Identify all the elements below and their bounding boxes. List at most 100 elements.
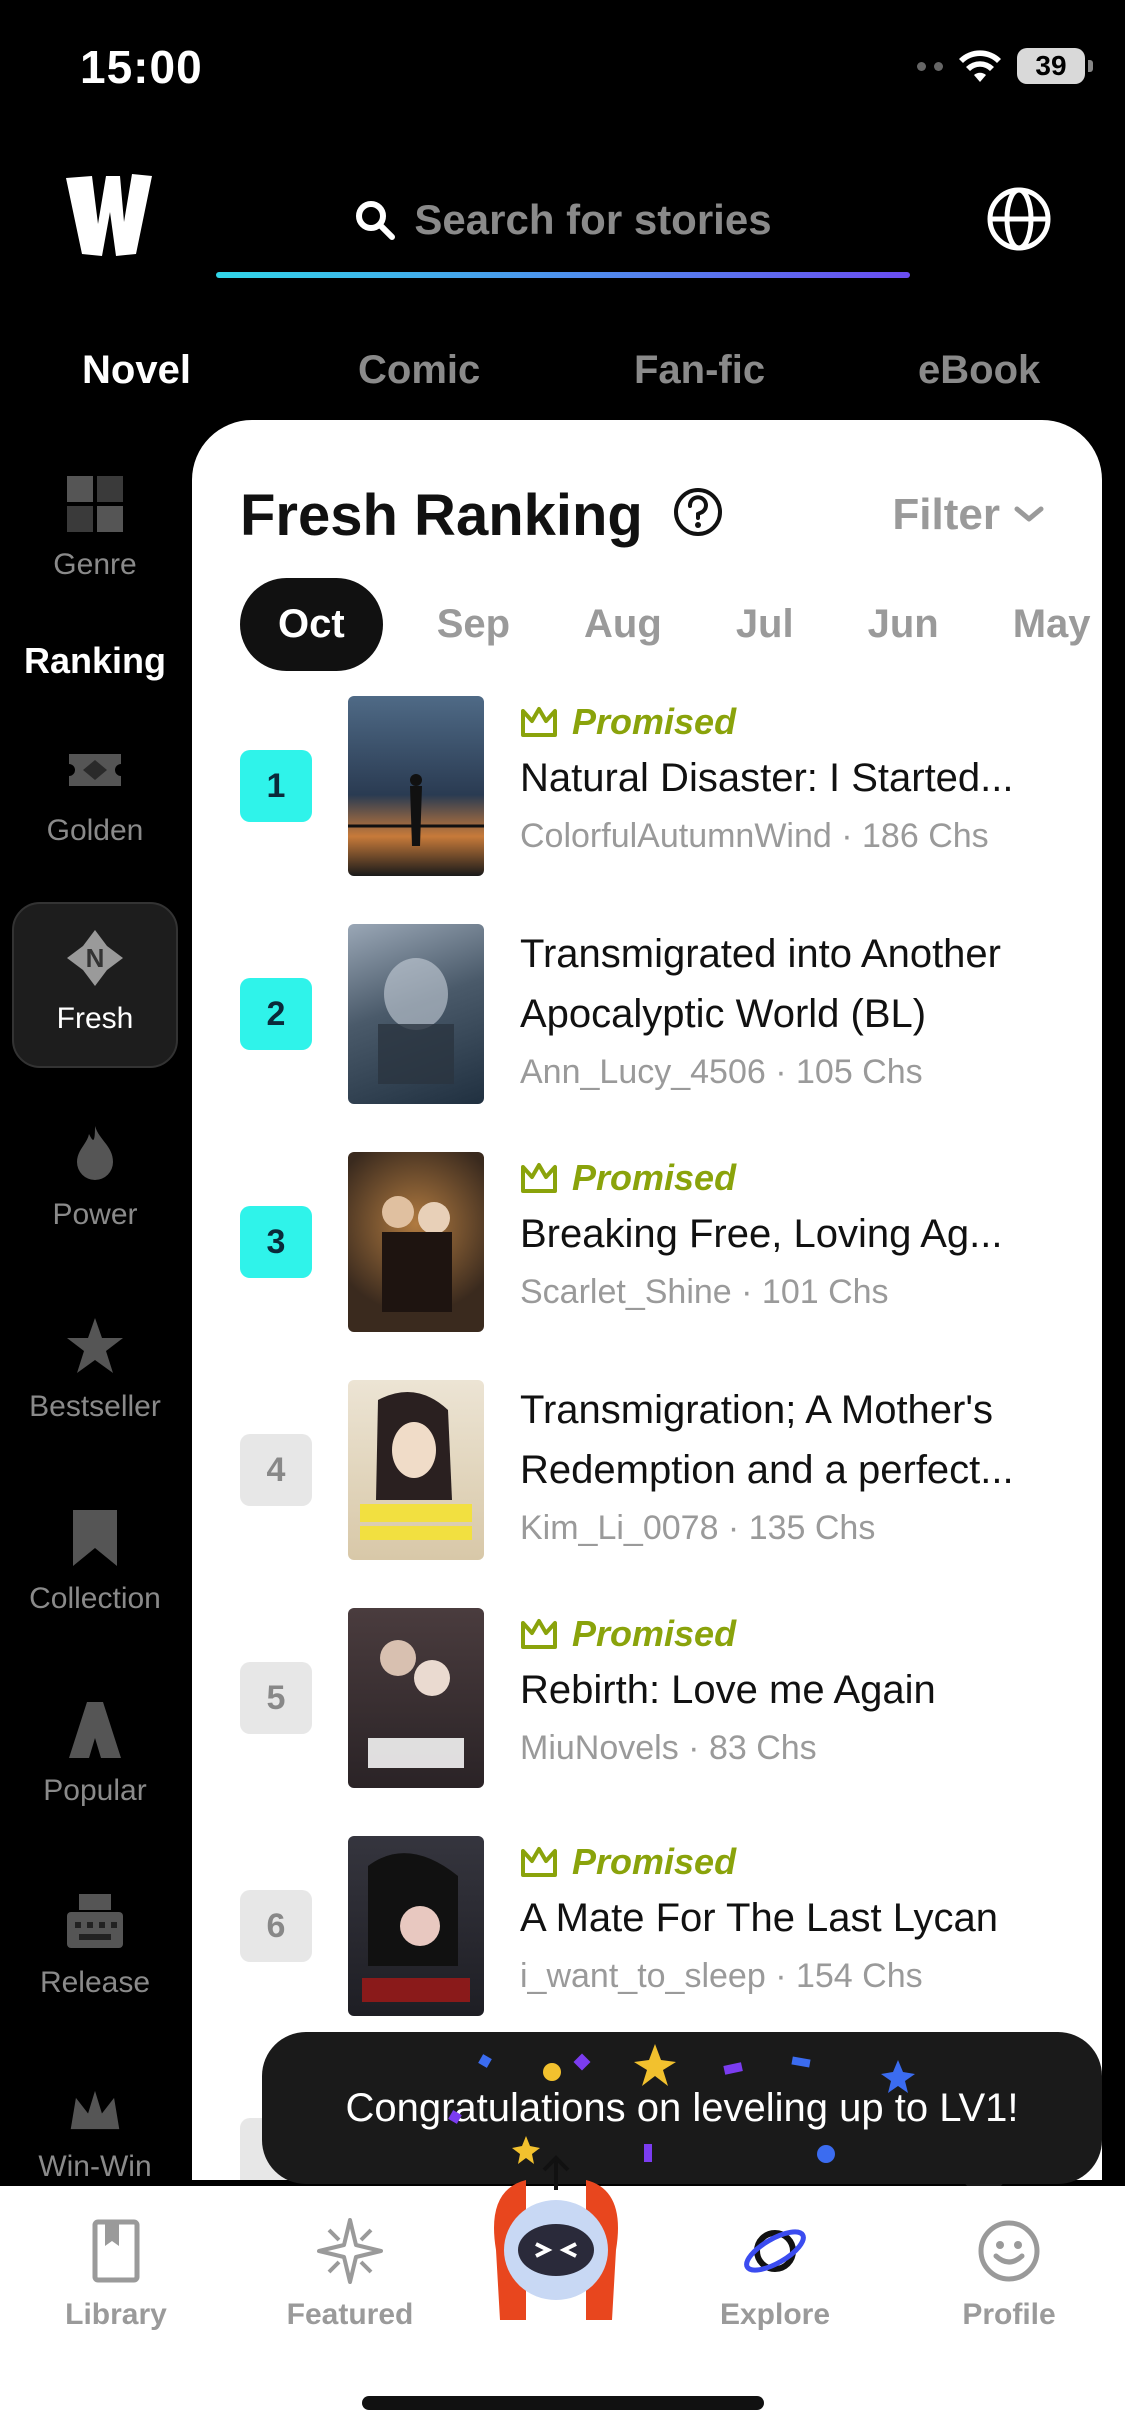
search-bar[interactable]: Search for stories <box>216 180 910 278</box>
filter-label: Filter <box>892 490 1000 539</box>
sidebar-label: Power <box>52 1198 138 1231</box>
genre-grid-icon <box>67 476 123 532</box>
sidebar-label: Release <box>39 1966 151 1999</box>
sidebar-item-bestseller[interactable]: Bestseller <box>12 1316 178 1424</box>
typewriter-icon <box>67 1894 123 1948</box>
page-title: Fresh Ranking <box>240 483 643 548</box>
book-author: ColorfulAutumnWind <box>520 817 832 855</box>
search-icon <box>356 201 396 240</box>
month-tab-oct[interactable]: Oct <box>240 577 383 671</box>
book-author: MiuNovels <box>520 1729 679 1767</box>
sidebar-label: Win-Win <box>38 2150 152 2183</box>
globe-language-icon[interactable] <box>984 184 1054 254</box>
book-row[interactable]: 6 Promised A Mate For The Last Lycan i_w… <box>192 1836 1102 2026</box>
book-chapters: 105 Chs <box>796 1053 923 1091</box>
rank-badge: 4 <box>240 1434 312 1506</box>
search-underline <box>216 272 910 278</box>
svg-text:N: N <box>86 943 105 973</box>
sidebar-item-release[interactable]: Release <box>12 1892 178 2000</box>
month-tabs: Oct Sep Aug Jul Jun May <box>240 576 1102 672</box>
sidebar-item-golden[interactable]: Golden <box>12 740 178 848</box>
sidebar-item-win-win[interactable]: Win-Win <box>12 2084 178 2184</box>
crown-outline-icon <box>521 1619 557 1649</box>
promised-tag: Promised <box>520 1608 1080 1660</box>
month-tab-jul[interactable]: Jul <box>736 602 794 647</box>
cellular-signal-icon <box>917 61 943 71</box>
planet-icon <box>744 2229 806 2273</box>
rank-badge: 3 <box>240 1206 312 1278</box>
book-cover <box>348 1836 484 2016</box>
book-chapters: 135 Chs <box>748 1509 876 1547</box>
book-cover <box>348 1152 484 1332</box>
tab-comic[interactable]: Comic <box>358 348 480 393</box>
book-cover <box>348 924 484 1104</box>
star-icon <box>67 1318 123 1373</box>
book-author: Ann_Lucy_4506 <box>520 1053 766 1091</box>
rank-badge: 6 <box>240 1890 312 1962</box>
nav-featured[interactable]: Featured <box>250 2216 450 2332</box>
promised-label: Promised <box>572 1157 737 1198</box>
ranking-card: Fresh Ranking Filter Oct Sep Aug Jul Jun… <box>192 420 1102 2180</box>
book-author: Kim_Li_0078 <box>520 1509 719 1547</box>
nav-label: Explore <box>719 2298 831 2331</box>
sidebar-item-genre[interactable]: Genre <box>12 474 178 582</box>
promised-label: Promised <box>572 701 737 742</box>
book-meta: MiuNovels · 83 Chs <box>520 1729 817 1767</box>
mascot-icon[interactable] <box>486 2150 626 2320</box>
sidebar-item-fresh[interactable]: N Fresh <box>12 902 178 1068</box>
book-title: Redemption and a perfect... <box>520 1448 1014 1492</box>
book-title: Breaking Free, Loving Ag... <box>520 1212 1003 1256</box>
tab-novel[interactable]: Novel <box>82 348 191 393</box>
popular-icon <box>69 1702 121 1758</box>
app-logo-icon[interactable] <box>62 172 154 258</box>
month-tab-jun[interactable]: Jun <box>868 602 939 647</box>
book-meta: i_want_to_sleep · 154 Chs <box>520 1957 923 1995</box>
book-title: A Mate For The Last Lycan <box>520 1896 999 1940</box>
book-row[interactable]: 1 Promised Natural Disaster: I Started..… <box>192 696 1102 886</box>
sidebar-label: Collection <box>29 1582 161 1615</box>
book-chapters: 154 Chs <box>795 1957 923 1995</box>
month-tab-aug[interactable]: Aug <box>584 602 662 647</box>
search-placeholder: Search for stories <box>414 196 772 243</box>
book-chapters: 83 Chs <box>708 1729 817 1767</box>
sidebar-item-power[interactable]: Power <box>12 1124 178 1232</box>
sidebar-item-collection[interactable]: Collection <box>12 1508 178 1616</box>
nav-profile[interactable]: Profile <box>909 2216 1109 2332</box>
sidebar-label: Golden <box>46 814 144 847</box>
nav-explore[interactable]: Explore <box>675 2216 875 2332</box>
book-title: Natural Disaster: I Started... <box>520 756 1014 800</box>
sidebar-section-ranking: Ranking <box>23 640 166 681</box>
book-row[interactable]: 4 Transmigration; A Mother's Redemption … <box>192 1380 1102 1570</box>
status-icons: 39 <box>917 48 1093 84</box>
tab-ebook[interactable]: eBook <box>918 348 1040 393</box>
nav-label: Library <box>65 2298 167 2331</box>
book-row[interactable]: 3 Promised Breaking Free, Loving Ag... S… <box>192 1152 1102 1342</box>
rank-badge: 2 <box>240 978 312 1050</box>
crown-icon <box>70 2090 120 2130</box>
rank-badge: 5 <box>240 1662 312 1734</box>
status-bar: 15:00 39 <box>0 0 1125 140</box>
fresh-badge-icon: N <box>67 930 123 986</box>
smiley-icon <box>978 2220 1040 2282</box>
book-meta: Ann_Lucy_4506 · 105 Chs <box>520 1053 923 1091</box>
tab-fan-fic[interactable]: Fan-fic <box>634 348 765 393</box>
book-row[interactable]: 5 Promised Rebirth: Love me Again MiuNov… <box>192 1608 1102 1798</box>
nav-library[interactable]: Library <box>16 2216 216 2332</box>
month-tab-may[interactable]: May <box>1013 602 1091 647</box>
book-row[interactable]: 2 Transmigrated into Another Apocalyptic… <box>192 924 1102 1114</box>
chevron-down-icon <box>1014 506 1044 522</box>
sidebar-item-popular[interactable]: Popular <box>12 1700 178 1808</box>
book-cover <box>348 1380 484 1560</box>
promised-label: Promised <box>572 1841 737 1882</box>
rank-badge: 1 <box>240 750 312 822</box>
month-tab-sep[interactable]: Sep <box>437 602 510 647</box>
book-chapters: 101 Chs <box>761 1273 889 1311</box>
book-title: Apocalyptic World (BL) <box>520 992 927 1036</box>
sidebar-label: Genre <box>53 548 137 581</box>
battery-indicator: 39 <box>1017 48 1093 84</box>
help-icon[interactable] <box>672 486 724 538</box>
filter-button[interactable]: Filter <box>892 490 1044 540</box>
book-meta: Scarlet_Shine · 101 Chs <box>520 1273 889 1311</box>
book-meta: Kim_Li_0078 · 135 Chs <box>520 1509 876 1547</box>
library-book-icon <box>92 2219 140 2283</box>
